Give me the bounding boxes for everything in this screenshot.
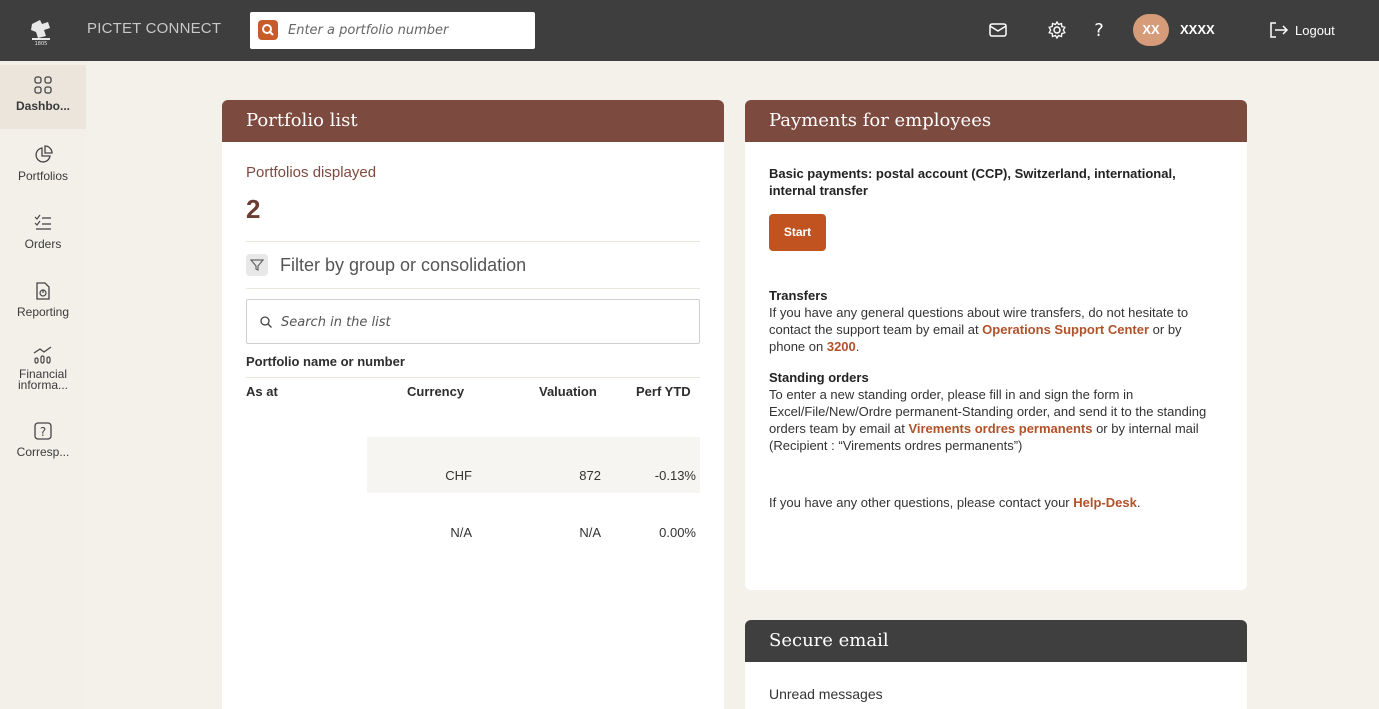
divider [246, 241, 700, 242]
financial-chart-icon [33, 346, 52, 364]
svg-text:?: ? [1094, 20, 1104, 41]
logout-icon [1270, 22, 1289, 38]
sidebar-item-correspondence[interactable]: ? Corresp... [0, 421, 86, 459]
column-header-portfolio-name[interactable]: Portfolio name or number [246, 354, 405, 369]
list-search-input[interactable] [281, 311, 681, 333]
portfolio-list-card: Portfolio list Portfolios displayed 2 Fi… [222, 100, 724, 709]
transfers-text-3: . [855, 339, 860, 354]
operations-support-link[interactable]: Operations Support Center [982, 322, 1149, 337]
sidebar-item-label: Corresp... [16, 445, 70, 459]
basic-payments-text: Basic payments: postal account (CCP), Sw… [769, 166, 1176, 198]
sidebar-item-portfolios[interactable]: Portfolios [0, 145, 86, 183]
pictet-logo-icon[interactable]: 1805 [28, 16, 54, 47]
sidebar: Dashbo... Portfolios Orders Reporting Fi… [0, 61, 86, 709]
column-header-perf-ytd[interactable]: Perf YTD [636, 384, 691, 399]
cell-perf-ytd: 0.00% [659, 525, 696, 540]
logo-year: 1805 [35, 41, 48, 46]
transfers-text: If you have any general questions about … [769, 304, 1209, 355]
portfolio-list-title: Portfolio list [222, 100, 724, 142]
cell-valuation: N/A [579, 525, 601, 540]
virements-link[interactable]: Virements ordres permanents [908, 421, 1092, 436]
main-content: Portfolio list Portfolios displayed 2 Fi… [86, 61, 1379, 709]
standing-orders-title: Standing orders [769, 370, 869, 385]
secure-email-card: Secure email Unread messages [745, 620, 1247, 709]
logout-label: Logout [1295, 22, 1335, 38]
list-search [246, 299, 700, 344]
brand-name: PICTET CONNECT [87, 20, 222, 37]
filter-funnel-icon [246, 254, 268, 276]
pie-chart-icon [35, 145, 53, 163]
logout-button[interactable]: Logout [1269, 18, 1335, 42]
help-question-icon[interactable]: ? [1088, 19, 1110, 41]
column-header-as-at[interactable]: As at [246, 384, 278, 399]
cell-currency: CHF [445, 468, 472, 483]
sidebar-item-label: Reporting [16, 305, 70, 319]
transfers-title: Transfers [769, 288, 828, 303]
portfolios-displayed-label: Portfolios displayed [246, 164, 377, 181]
support-phone-link[interactable]: 3200 [827, 339, 856, 354]
column-header-valuation[interactable]: Valuation [539, 384, 597, 399]
sidebar-item-reporting[interactable]: Reporting [0, 281, 86, 319]
dashboard-grid-icon [34, 76, 52, 94]
avatar[interactable]: XX [1133, 14, 1169, 46]
cell-valuation: 872 [579, 468, 601, 483]
start-button[interactable]: Start [769, 214, 826, 251]
divider [246, 377, 700, 378]
portfolios-displayed-count: 2 [246, 194, 261, 224]
sidebar-item-label: Dashbo... [15, 99, 70, 113]
mail-icon[interactable] [987, 19, 1009, 41]
cell-perf-ytd: -0.13% [654, 468, 696, 483]
user-name[interactable]: XXXX [1180, 22, 1215, 37]
secure-email-title: Secure email [745, 620, 1247, 662]
column-header-currency[interactable]: Currency [407, 384, 464, 399]
checklist-icon [34, 214, 51, 230]
table-row[interactable] [367, 437, 700, 493]
sidebar-item-label: Orders [24, 237, 62, 251]
sidebar-item-financial-information[interactable]: Financial informa... [0, 345, 86, 391]
report-document-icon [36, 282, 50, 300]
portfolio-search-input[interactable] [288, 18, 528, 42]
cell-currency: N/A [450, 525, 472, 540]
unread-messages-label: Unread messages [769, 686, 883, 702]
other-questions-text: If you have any other questions, please … [769, 494, 1219, 511]
sidebar-item-label-line2: informa... [17, 378, 68, 392]
question-box-icon: ? [34, 422, 52, 440]
search-icon[interactable] [258, 20, 278, 40]
payments-card: Payments for employees Basic payments: p… [745, 100, 1247, 590]
other-text: If you have any other questions, please … [769, 495, 1074, 510]
standing-orders-text: To enter a new standing order, please fi… [769, 386, 1219, 454]
sidebar-item-dashboard[interactable]: Dashbo... [0, 65, 86, 129]
row-highlight-left [246, 437, 367, 493]
divider [246, 288, 700, 289]
filter-label: Filter by group or consolidation [280, 254, 527, 275]
helpdesk-link[interactable]: Help-Desk [1073, 495, 1137, 510]
filter-toggle[interactable]: Filter by group or consolidation [246, 254, 526, 276]
svg-text:?: ? [40, 425, 46, 439]
top-bar: 1805 PICTET CONNECT ? XX XXXX Logout [0, 0, 1379, 61]
sidebar-item-label: Portfolios [17, 169, 69, 183]
other-text-end: . [1136, 495, 1141, 510]
payments-title: Payments for employees [745, 100, 1247, 142]
search-icon [260, 316, 272, 328]
sidebar-item-orders[interactable]: Orders [0, 213, 86, 251]
portfolio-search [250, 12, 535, 49]
settings-gear-icon[interactable] [1046, 19, 1068, 41]
